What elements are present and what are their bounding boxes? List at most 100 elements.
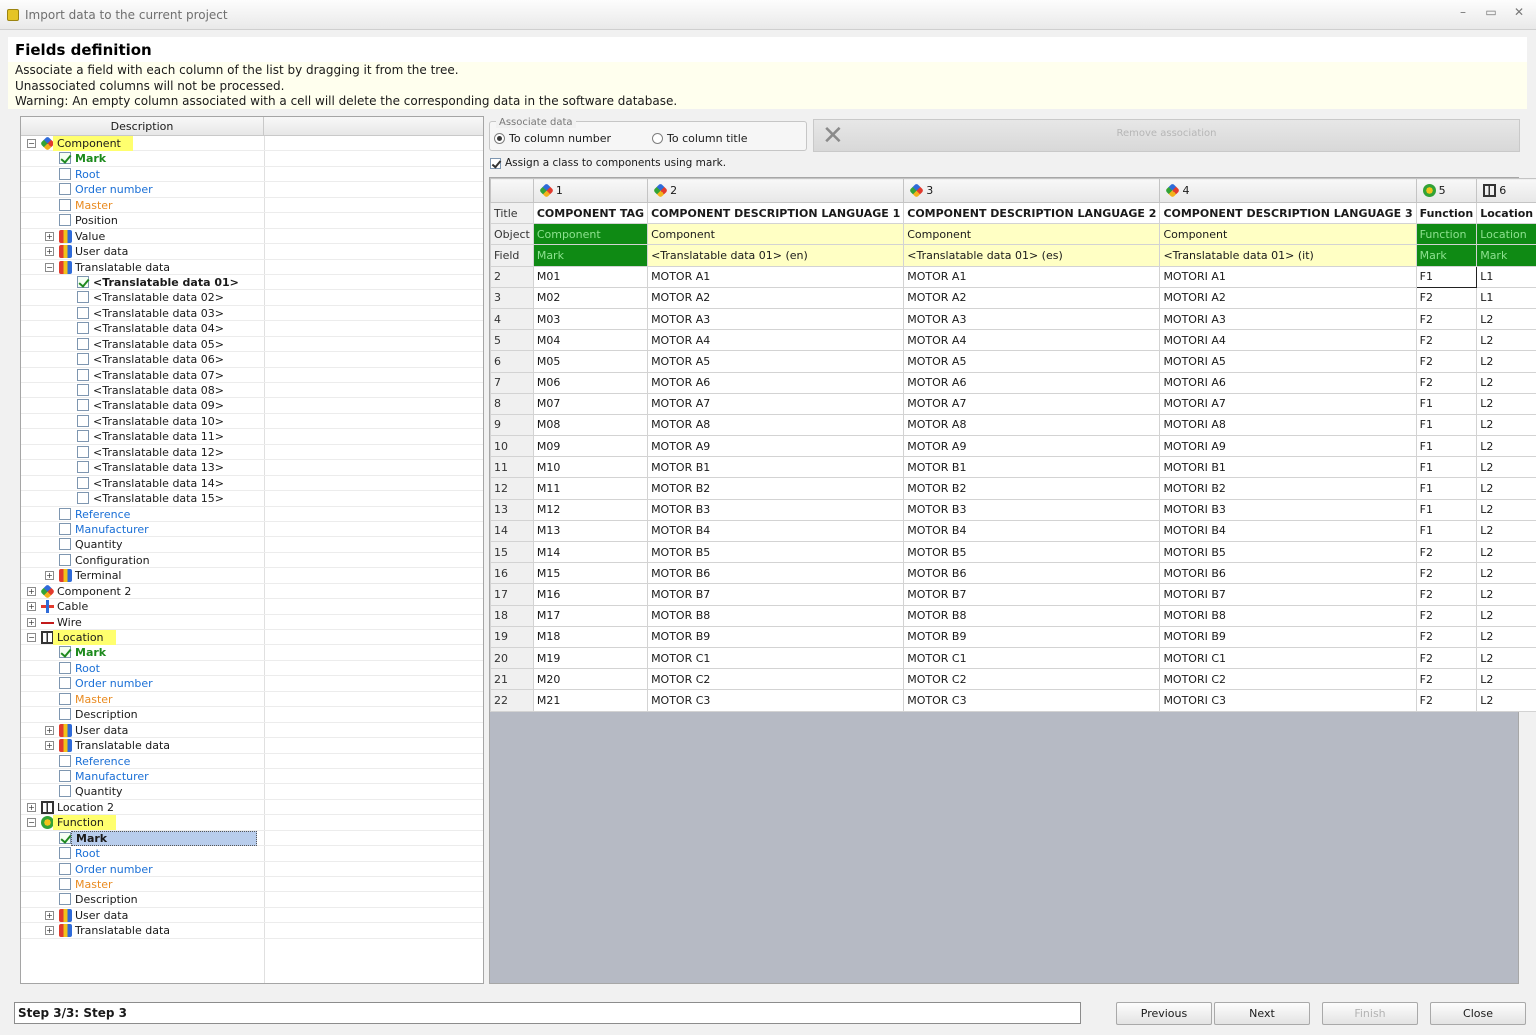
tree-row-label[interactable]: Translatable data <box>71 738 174 753</box>
finish-button[interactable]: Finish <box>1322 1002 1418 1025</box>
tree-row-label[interactable]: Translatable data <box>71 260 174 275</box>
column-header[interactable]: 3 <box>903 178 1161 203</box>
tree-row[interactable]: <Translatable data 15> <box>21 491 483 507</box>
field-checkbox[interactable] <box>59 198 71 211</box>
tree-row[interactable]: Configuration <box>21 553 483 569</box>
field-checkbox[interactable] <box>59 214 71 227</box>
field-cell[interactable]: <Translatable data 01> (it) <box>1159 244 1417 267</box>
field-checkbox[interactable] <box>59 646 71 659</box>
row-number[interactable]: 4 <box>490 307 534 331</box>
data-cell[interactable]: MOTORI B4 <box>1159 519 1417 543</box>
field-checkbox[interactable] <box>59 553 71 566</box>
tree-row[interactable]: Quantity <box>21 537 483 553</box>
data-cell[interactable]: L2 <box>1476 413 1536 437</box>
data-cell[interactable]: MOTOR A2 <box>903 286 1161 309</box>
data-cell[interactable]: MOTOR B7 <box>647 583 905 606</box>
tree-row[interactable]: <Translatable data 04> <box>21 321 483 337</box>
data-cell[interactable]: L2 <box>1476 646 1536 670</box>
field-checkbox[interactable] <box>59 183 71 196</box>
data-cell[interactable]: MOTOR A3 <box>647 307 905 331</box>
tree-row[interactable]: <Translatable data 11> <box>21 429 483 445</box>
tree-row[interactable]: Order number <box>21 182 483 198</box>
data-cell[interactable]: MOTORI A8 <box>1159 413 1417 437</box>
tree-row[interactable]: Position <box>21 213 483 229</box>
tree-row[interactable]: Master <box>21 198 483 214</box>
data-cell[interactable]: F1 <box>1415 498 1478 521</box>
data-cell[interactable]: L2 <box>1476 435 1536 458</box>
tree-row[interactable]: <Translatable data 05> <box>21 337 483 353</box>
field-checkbox[interactable] <box>59 847 71 860</box>
tree-row-label[interactable]: <Translatable data 01> <box>89 275 243 290</box>
data-cell[interactable]: M03 <box>532 307 649 331</box>
tree-row-label[interactable]: Manufacturer <box>71 522 153 537</box>
data-cell[interactable]: L2 <box>1476 604 1536 627</box>
data-cell[interactable]: M20 <box>532 668 649 691</box>
remove-association-button[interactable]: ✕ Remove association <box>813 119 1520 152</box>
radio-column-title-label[interactable]: To column title <box>667 132 748 145</box>
data-cell[interactable]: L2 <box>1476 540 1536 564</box>
tree-row-label[interactable]: Mark <box>71 830 257 846</box>
tree-row-label[interactable]: Mark <box>71 645 110 660</box>
tree-row-label[interactable]: Description <box>71 707 142 722</box>
row-number[interactable]: 5 <box>490 329 534 352</box>
field-checkbox[interactable] <box>77 476 89 489</box>
data-cell[interactable]: M09 <box>532 435 649 458</box>
field-checkbox[interactable] <box>59 677 71 690</box>
tree-row[interactable]: <Translatable data 14> <box>21 476 483 492</box>
column-header[interactable]: 4 <box>1159 178 1417 203</box>
maximize-icon[interactable]: ▭ <box>1484 5 1498 19</box>
data-cell[interactable]: M10 <box>532 456 649 479</box>
data-cell[interactable]: M04 <box>532 329 649 352</box>
data-cell[interactable]: MOTOR C2 <box>647 668 905 691</box>
data-cell[interactable]: M01 <box>532 265 649 288</box>
field-checkbox[interactable] <box>59 538 71 551</box>
tree-row[interactable]: + User data <box>21 723 483 739</box>
data-cell[interactable]: MOTORI C1 <box>1159 646 1417 670</box>
minimize-icon[interactable]: – <box>1456 5 1470 19</box>
tree-row[interactable]: Manufacturer <box>21 522 483 538</box>
data-cell[interactable]: L2 <box>1476 498 1536 521</box>
row-number[interactable]: 6 <box>490 350 534 373</box>
field-checkbox[interactable] <box>77 384 89 396</box>
column-title-cell[interactable]: COMPONENT TAG <box>532 201 649 225</box>
data-cell[interactable]: MOTORI B7 <box>1159 583 1417 606</box>
data-cell[interactable]: F2 <box>1415 540 1478 564</box>
tree-row-label[interactable]: Quantity <box>71 784 127 799</box>
tree-row-label[interactable]: User data <box>71 908 132 923</box>
data-cell[interactable]: MOTOR A6 <box>903 371 1161 394</box>
data-cell[interactable]: MOTORI A9 <box>1159 435 1417 458</box>
tree-row[interactable]: <Translatable data 13> <box>21 460 483 476</box>
field-checkbox[interactable] <box>59 692 71 705</box>
object-cell[interactable]: Component <box>903 223 1161 246</box>
expand-icon[interactable]: + <box>45 247 54 257</box>
row-number[interactable]: 15 <box>490 540 534 564</box>
object-cell[interactable]: Location <box>1476 223 1536 246</box>
tree-row[interactable]: + Translatable data <box>21 923 483 939</box>
data-cell[interactable]: F2 <box>1415 329 1478 352</box>
tree-column-description[interactable]: Description <box>21 117 264 136</box>
field-checkbox[interactable] <box>59 878 71 890</box>
data-cell[interactable]: F1 <box>1415 413 1478 437</box>
data-cell[interactable]: F1 <box>1415 392 1478 415</box>
tree-row-label[interactable]: <Translatable data 12> <box>89 445 228 460</box>
field-checkbox[interactable] <box>77 337 89 350</box>
data-cell[interactable]: MOTORI B9 <box>1159 625 1417 648</box>
tree-row-label[interactable]: <Translatable data 11> <box>89 429 228 444</box>
data-cell[interactable]: MOTOR A8 <box>647 413 905 437</box>
expand-icon[interactable]: + <box>45 741 54 751</box>
data-cell[interactable]: L1 <box>1476 265 1536 288</box>
data-cell[interactable]: L2 <box>1476 583 1536 606</box>
data-cell[interactable]: MOTOR B5 <box>647 540 905 564</box>
tree-row-label[interactable]: Root <box>71 661 104 676</box>
tree-row-label[interactable]: Wire <box>53 615 86 630</box>
data-cell[interactable]: M02 <box>532 286 649 309</box>
next-button[interactable]: Next <box>1214 1002 1310 1025</box>
row-number[interactable]: 8 <box>490 392 534 415</box>
tree-row[interactable]: <Translatable data 10> <box>21 414 483 430</box>
row-number[interactable]: 17 <box>490 583 534 606</box>
data-cell[interactable]: MOTOR B9 <box>647 625 905 648</box>
tree-row[interactable]: Mark <box>21 645 483 661</box>
column-title-cell[interactable]: Function <box>1415 201 1478 225</box>
tree-row-label[interactable]: <Translatable data 08> <box>89 383 228 398</box>
tree-row-label[interactable]: Manufacturer <box>71 769 153 784</box>
